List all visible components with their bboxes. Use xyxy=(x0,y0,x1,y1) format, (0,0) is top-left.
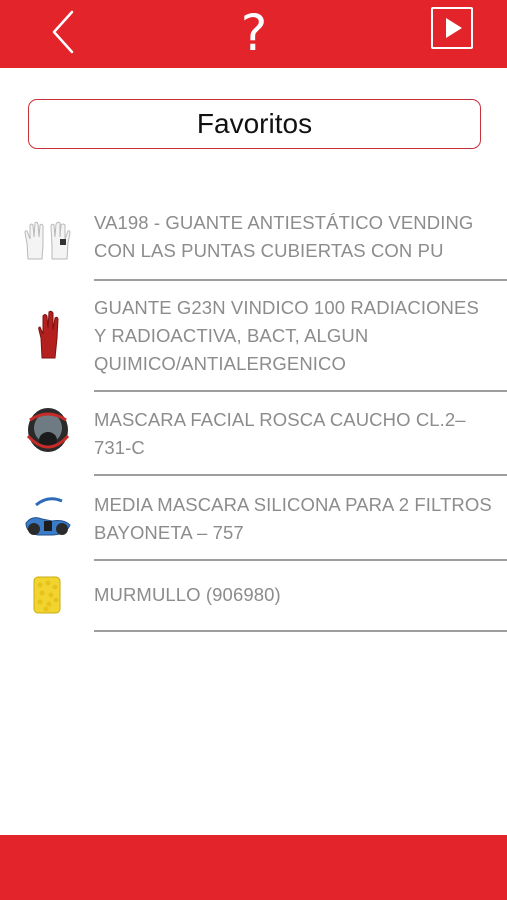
play-button[interactable] xyxy=(431,7,473,49)
earplugs-thumbnail xyxy=(33,576,61,614)
divider xyxy=(94,630,507,632)
divider xyxy=(94,559,507,561)
help-button[interactable]: ? xyxy=(224,2,284,64)
white-gloves-thumbnail xyxy=(24,221,71,260)
divider xyxy=(94,279,507,281)
favorite-item-label: MEDIA MASCARA SILICONA PARA 2 FILTROS BA… xyxy=(94,494,492,543)
favorite-item[interactable]: MEDIA MASCARA SILICONA PARA 2 FILTROS BA… xyxy=(0,487,507,563)
favorite-item-label: VA198 - GUANTE ANTIESTÁTICO VENDING CON … xyxy=(94,212,474,261)
favorite-item[interactable]: VA198 - GUANTE ANTIESTÁTICO VENDING CON … xyxy=(0,205,507,283)
favorite-item[interactable]: MASCARA FACIAL ROSCA CAUCHO CL.2–731-C xyxy=(0,402,507,478)
divider xyxy=(94,390,507,392)
half-mask-thumbnail xyxy=(25,497,71,536)
divider xyxy=(94,474,507,476)
full-face-mask-thumbnail xyxy=(26,408,70,452)
red-glove-thumbnail xyxy=(38,310,59,359)
top-bar: ? xyxy=(0,0,507,68)
favorite-item[interactable]: MURMULLO (906980) xyxy=(0,571,507,635)
favorite-item-label: MURMULLO (906980) xyxy=(94,584,281,605)
page-title: Favoritos xyxy=(196,108,313,139)
page-title-box: Favoritos xyxy=(28,99,481,149)
play-icon xyxy=(446,18,462,38)
bottom-bar xyxy=(0,835,507,900)
favorite-item[interactable]: GUANTE G23N VINDICO 100 RADIACIONES Y RA… xyxy=(0,290,507,396)
favorite-item-label: MASCARA FACIAL ROSCA CAUCHO CL.2–731-C xyxy=(94,409,466,458)
chevron-left-icon xyxy=(52,10,74,54)
back-button[interactable] xyxy=(44,4,84,60)
favorite-item-label: GUANTE G23N VINDICO 100 RADIACIONES Y RA… xyxy=(94,297,479,374)
